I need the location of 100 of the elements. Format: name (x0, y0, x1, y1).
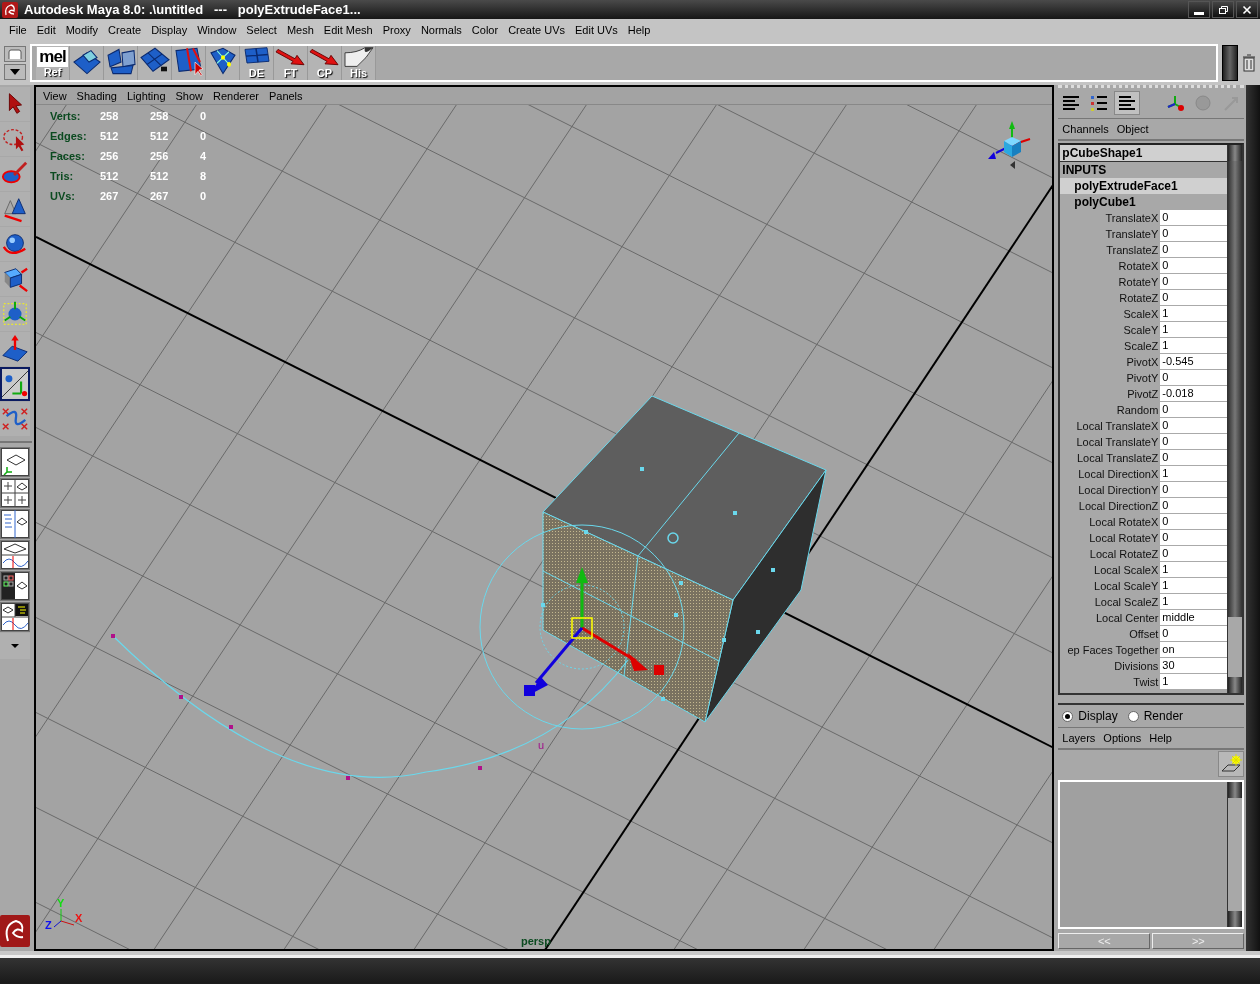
menu-item[interactable]: Renderer (208, 89, 264, 102)
menu-item[interactable]: Panels (263, 89, 308, 102)
attribute-label: Local DirectionX (1077, 467, 1160, 482)
attribute-field[interactable]: 0 (1160, 626, 1228, 642)
attribute-field[interactable]: 1 (1160, 322, 1228, 338)
minimize-button[interactable] (1188, 1, 1210, 18)
attribute-field[interactable]: 1 (1160, 338, 1228, 354)
tool-button[interactable] (0, 262, 30, 296)
attribute-field[interactable]: 0 (1160, 274, 1228, 290)
attribute-field[interactable]: 0 (1160, 210, 1228, 226)
attribute-field[interactable]: 1 (1160, 562, 1228, 578)
menu-item[interactable]: Mesh (281, 24, 319, 36)
attribute-field[interactable]: 0 (1160, 498, 1228, 514)
menu-item[interactable]: View (37, 89, 72, 102)
radio-option[interactable]: Render (1127, 709, 1184, 723)
layout-button[interactable] (0, 602, 30, 632)
shelf-button[interactable] (206, 46, 240, 80)
layout-button[interactable] (0, 571, 30, 601)
attribute-field[interactable]: 0 (1160, 450, 1228, 466)
attribute-field[interactable]: 0 (1160, 434, 1228, 450)
tool-button[interactable] (0, 297, 30, 331)
tool-button[interactable] (0, 87, 30, 121)
shelf-menu-button[interactable] (4, 64, 26, 80)
stat-value: 258 (99, 109, 120, 124)
radio-option[interactable]: Display (1062, 709, 1118, 723)
scrollbar[interactable] (1227, 782, 1243, 927)
outliner-pane-icon (1, 510, 29, 538)
menu-item[interactable]: Edit UVs (570, 24, 623, 36)
menu-item[interactable]: Normals (415, 24, 467, 36)
shelf-scrollbar[interactable] (1222, 45, 1238, 81)
menu-item[interactable]: Color (466, 24, 504, 36)
layout-button[interactable] (0, 509, 30, 539)
attribute-label: PivotZ (1126, 387, 1160, 402)
attribute-field[interactable]: 30 (1160, 658, 1228, 674)
shelf-button[interactable]: mel Ref (36, 46, 70, 80)
object-name[interactable]: pCubeShape1 (1060, 145, 1228, 162)
shelf-button[interactable] (172, 46, 206, 80)
attribute-field[interactable]: 0 (1160, 402, 1228, 418)
shelf-button[interactable] (70, 46, 104, 80)
menu-item[interactable]: Channels (1058, 123, 1113, 135)
node-item[interactable]: polyCube1 (1060, 194, 1228, 210)
attribute-label: Local RotateY (1088, 531, 1160, 546)
layout-button[interactable] (0, 478, 30, 508)
channel-layer-view-button[interactable] (1114, 91, 1141, 115)
shelf-button[interactable] (104, 46, 138, 80)
layout-button[interactable] (0, 540, 30, 570)
attribute-field[interactable]: 0 (1160, 418, 1228, 434)
attribute-field[interactable]: -0.018 (1160, 386, 1228, 402)
restore-button[interactable] (1212, 1, 1234, 18)
menu-item[interactable]: Window (192, 24, 242, 36)
tool-button[interactable] (0, 367, 30, 401)
scrollbar[interactable] (1227, 145, 1243, 693)
menu-item[interactable]: Lighting (122, 89, 171, 102)
tool-button[interactable] (0, 192, 30, 226)
attribute-field[interactable]: 1 (1160, 466, 1228, 482)
menu-item[interactable]: Proxy (377, 24, 416, 36)
attribute-field[interactable]: 0 (1160, 546, 1228, 562)
tool-button[interactable] (0, 227, 30, 261)
menu-item[interactable]: Options (1099, 732, 1146, 744)
menu-item[interactable]: Help (1145, 732, 1176, 744)
attribute-field[interactable]: 0 (1160, 226, 1228, 242)
attribute-field[interactable]: on (1160, 642, 1228, 658)
stat-value: 512 (149, 169, 170, 184)
attribute-field[interactable]: 0 (1160, 530, 1228, 546)
attribute-field[interactable]: 0 (1160, 290, 1228, 306)
menu-item[interactable]: Edit Mesh (318, 24, 378, 36)
stat-label: Tris: (49, 169, 75, 184)
menu-item[interactable]: Display (146, 24, 193, 36)
attribute-field[interactable]: 1 (1160, 578, 1228, 594)
menu-item[interactable]: File (4, 24, 32, 36)
attribute-field[interactable]: middle (1160, 610, 1228, 626)
menu-item[interactable]: Create UVs (503, 24, 570, 36)
new-layer-button[interactable] (1218, 751, 1245, 777)
menu-item[interactable]: Shading (71, 89, 122, 102)
node-item[interactable]: polyExtrudeFace1 (1060, 178, 1228, 194)
layout-button[interactable] (0, 447, 30, 477)
attribute-label: Local RotateZ (1088, 547, 1160, 562)
menu-item[interactable]: Select (241, 24, 282, 36)
attribute-field[interactable]: 0 (1160, 370, 1228, 386)
shelf-tabs-button[interactable] (4, 46, 26, 62)
attribute-field[interactable]: 0 (1160, 514, 1228, 530)
graph-pane-icon (1, 541, 29, 569)
attribute-field[interactable]: 1 (1160, 594, 1228, 610)
menu-item[interactable]: Help (622, 24, 656, 36)
menu-item[interactable]: Create (103, 24, 147, 36)
attribute-field[interactable]: 1 (1160, 674, 1228, 690)
attribute-field[interactable]: 0 (1160, 242, 1228, 258)
menu-item[interactable]: Show (170, 89, 209, 102)
attribute-field[interactable]: 1 (1160, 306, 1228, 322)
tool-button[interactable] (0, 332, 30, 366)
close-button[interactable] (1236, 1, 1258, 18)
attribute-field[interactable]: 0 (1160, 482, 1228, 498)
menu-item[interactable]: Edit (31, 24, 61, 36)
shelf-button[interactable] (138, 46, 172, 80)
menu-item[interactable]: Modify (60, 24, 104, 36)
menu-item[interactable]: Object (1112, 123, 1153, 135)
menu-item[interactable]: Layers (1058, 732, 1100, 744)
attribute-field[interactable]: 0 (1160, 258, 1228, 274)
attribute-field[interactable]: -0.545 (1160, 354, 1228, 370)
stat-value: 267 (99, 189, 120, 204)
